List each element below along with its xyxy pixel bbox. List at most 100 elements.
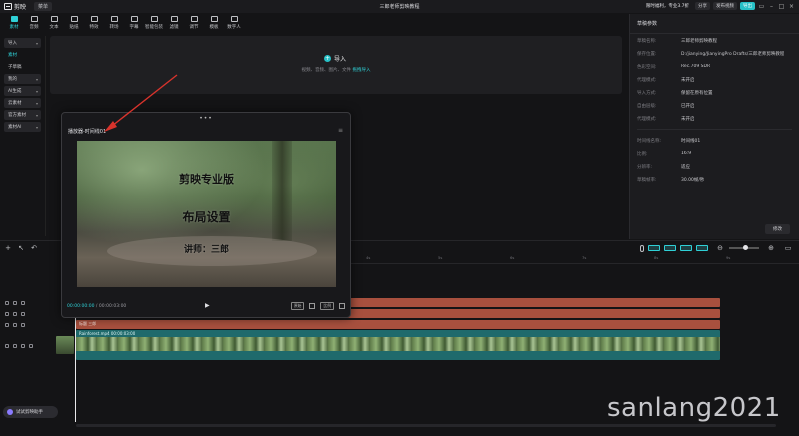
aspect-ratio-button[interactable]: 比例	[320, 302, 334, 310]
lock-icon[interactable]	[13, 343, 17, 348]
lock-icon[interactable]	[5, 322, 9, 327]
param-value: 时间线01	[681, 138, 701, 144]
cover-thumbnail[interactable]	[56, 336, 74, 354]
watermark: sanlang2021	[607, 393, 781, 423]
param-key: 代理模式:	[637, 77, 657, 83]
param-value: D:/jianying/JianyingPro Drafts/三郎老师剪映教程	[681, 51, 785, 57]
eye-icon[interactable]	[21, 322, 25, 327]
lock-icon[interactable]	[13, 300, 17, 305]
param-row: 保存位置: D:/jianying/JianyingPro Drafts/三郎老师…	[630, 47, 799, 60]
tab-audio[interactable]: 音频	[24, 13, 44, 33]
sidebar-item[interactable]: 子草稿	[4, 62, 41, 72]
play-icon[interactable]: ▶	[205, 302, 210, 309]
lock-icon[interactable]	[5, 300, 9, 305]
video-preview[interactable]: 剪映专业版 布局设置 讲师：三郎	[77, 141, 336, 287]
linkage-icon[interactable]	[680, 245, 692, 251]
sticker-icon	[70, 16, 78, 22]
media-icon	[10, 16, 18, 22]
auto-snap-icon[interactable]	[664, 245, 676, 251]
layout-icon[interactable]: ▭	[758, 3, 765, 10]
promo-button[interactable]: 限时福利，专业3.7折	[643, 2, 692, 10]
audio-icon[interactable]	[29, 343, 33, 348]
param-value: 三郎老师剪映教程	[681, 38, 717, 44]
sidebar-item[interactable]: 素材AI	[4, 122, 41, 132]
main-track-magnet-icon[interactable]	[648, 245, 660, 251]
subtitle-icon	[130, 16, 138, 22]
sidebar-item[interactable]: 我的	[4, 74, 41, 84]
ruler-tick-label: 4s	[366, 255, 371, 260]
timeline-scrollbar[interactable]	[76, 424, 776, 427]
edit-params-button[interactable]: 修改	[765, 224, 790, 234]
param-value: 30.00帧/秒	[681, 177, 705, 183]
tab-filter[interactable]: 滤镜	[164, 13, 184, 33]
lock-icon[interactable]	[13, 311, 17, 316]
plus-icon: +	[324, 55, 331, 62]
param-key: 时间线名称:	[637, 138, 662, 144]
zoom-slider[interactable]	[729, 245, 759, 250]
select-cursor-icon[interactable]: ↖	[16, 243, 26, 253]
tab-text[interactable]: 文本	[44, 13, 64, 33]
eye-icon[interactable]	[21, 343, 25, 348]
drag-handle-icon[interactable]: •••	[62, 115, 350, 122]
lock-icon[interactable]	[13, 322, 17, 327]
original-quality-button[interactable]: 原始	[290, 302, 305, 310]
param-value: Rec.709 SDR	[681, 64, 711, 69]
lock-icon[interactable]	[5, 343, 9, 348]
maximize-icon[interactable]: □	[778, 3, 785, 10]
tab-avatar[interactable]: 数字人	[224, 13, 244, 33]
sidebar-item[interactable]: 素材	[4, 50, 41, 60]
param-key: 保存位置:	[637, 51, 657, 57]
avatar-icon	[230, 16, 238, 22]
param-row: 比例: 16:9	[630, 147, 799, 160]
zoom-out-icon[interactable]: ⊖	[715, 243, 725, 253]
eye-icon[interactable]	[21, 300, 25, 305]
add-track-icon[interactable]: +	[3, 243, 13, 253]
tab-media[interactable]: 素材	[4, 13, 24, 33]
tab-subtitle[interactable]: 字幕	[124, 13, 144, 33]
eye-icon[interactable]	[21, 311, 25, 316]
tab-adjust[interactable]: 调节	[184, 13, 204, 33]
close-icon[interactable]: ×	[788, 3, 795, 10]
sidebar-item[interactable]: 导入	[4, 38, 41, 48]
fit-timeline-icon[interactable]: ▭	[783, 243, 793, 253]
crop-icon[interactable]	[309, 303, 316, 309]
zoom-slider-handle[interactable]	[743, 245, 748, 250]
publish-video-button[interactable]: 发布视频	[713, 2, 737, 10]
preview-axis-icon[interactable]	[696, 245, 708, 251]
zoom-in-icon[interactable]: ⊕	[766, 243, 776, 253]
tab-transition[interactable]: 转场	[104, 13, 124, 33]
tab-sticker[interactable]: 贴纸	[64, 13, 84, 33]
app-name: 剪映	[14, 4, 27, 11]
param-key: 比例:	[637, 151, 648, 157]
tab-smart-pack[interactable]: 智能包装	[144, 13, 164, 33]
param-key: 分辨率:	[637, 164, 653, 170]
assistant-button[interactable]: 试试剪映助手	[3, 406, 58, 418]
menu-button[interactable]: 菜单	[34, 2, 53, 11]
param-row: 自由层级: 已开启	[630, 99, 799, 112]
video-clip[interactable]: Rainforest.mp4 00:00:03:00	[76, 330, 720, 360]
param-key: 导入方式:	[637, 90, 657, 96]
undo-icon[interactable]: ↶	[29, 243, 39, 253]
fullscreen-icon[interactable]	[339, 303, 345, 309]
media-toolbar: 素材 音频 文本 贴纸 特效 转场 字幕 智能包装 滤镜 调节 模板 数字人	[0, 13, 285, 35]
floating-player-window[interactable]: ••• 播放器-时间线01 ≡ 剪映专业版 布局设置 讲师：三郎 00:00:0…	[61, 112, 351, 318]
tab-effects[interactable]: 特效	[84, 13, 104, 33]
text-clip[interactable]: 标题 三郎	[76, 320, 720, 329]
export-button[interactable]: 导出	[740, 2, 755, 10]
import-button[interactable]: + 导入	[324, 54, 346, 63]
tab-template[interactable]: 模板	[204, 13, 224, 33]
param-value: 保留在原有位置	[681, 90, 713, 96]
sidebar-item[interactable]: 官方素材	[4, 110, 41, 120]
import-dropzone[interactable]: + 导入 视频、音频、图片、文件 拖拽导入	[50, 36, 622, 94]
drag-import-link[interactable]: 拖拽导入	[352, 68, 370, 73]
minimize-icon[interactable]: –	[768, 3, 775, 10]
draft-params-panel: 草稿参数 草稿名称: 三郎老师剪映教程 保存位置: D:/jianying/Jiany…	[629, 14, 799, 239]
player-menu-icon[interactable]: ≡	[338, 127, 343, 134]
effects-icon	[90, 16, 98, 22]
share-button[interactable]: 分享	[695, 2, 710, 10]
lock-icon[interactable]	[5, 311, 9, 316]
record-mic-icon[interactable]	[640, 244, 644, 252]
sidebar-item[interactable]: 云素材	[4, 98, 41, 108]
text-clip-label: 标题 三郎	[79, 321, 97, 326]
sidebar-item[interactable]: AI生成	[4, 86, 41, 96]
